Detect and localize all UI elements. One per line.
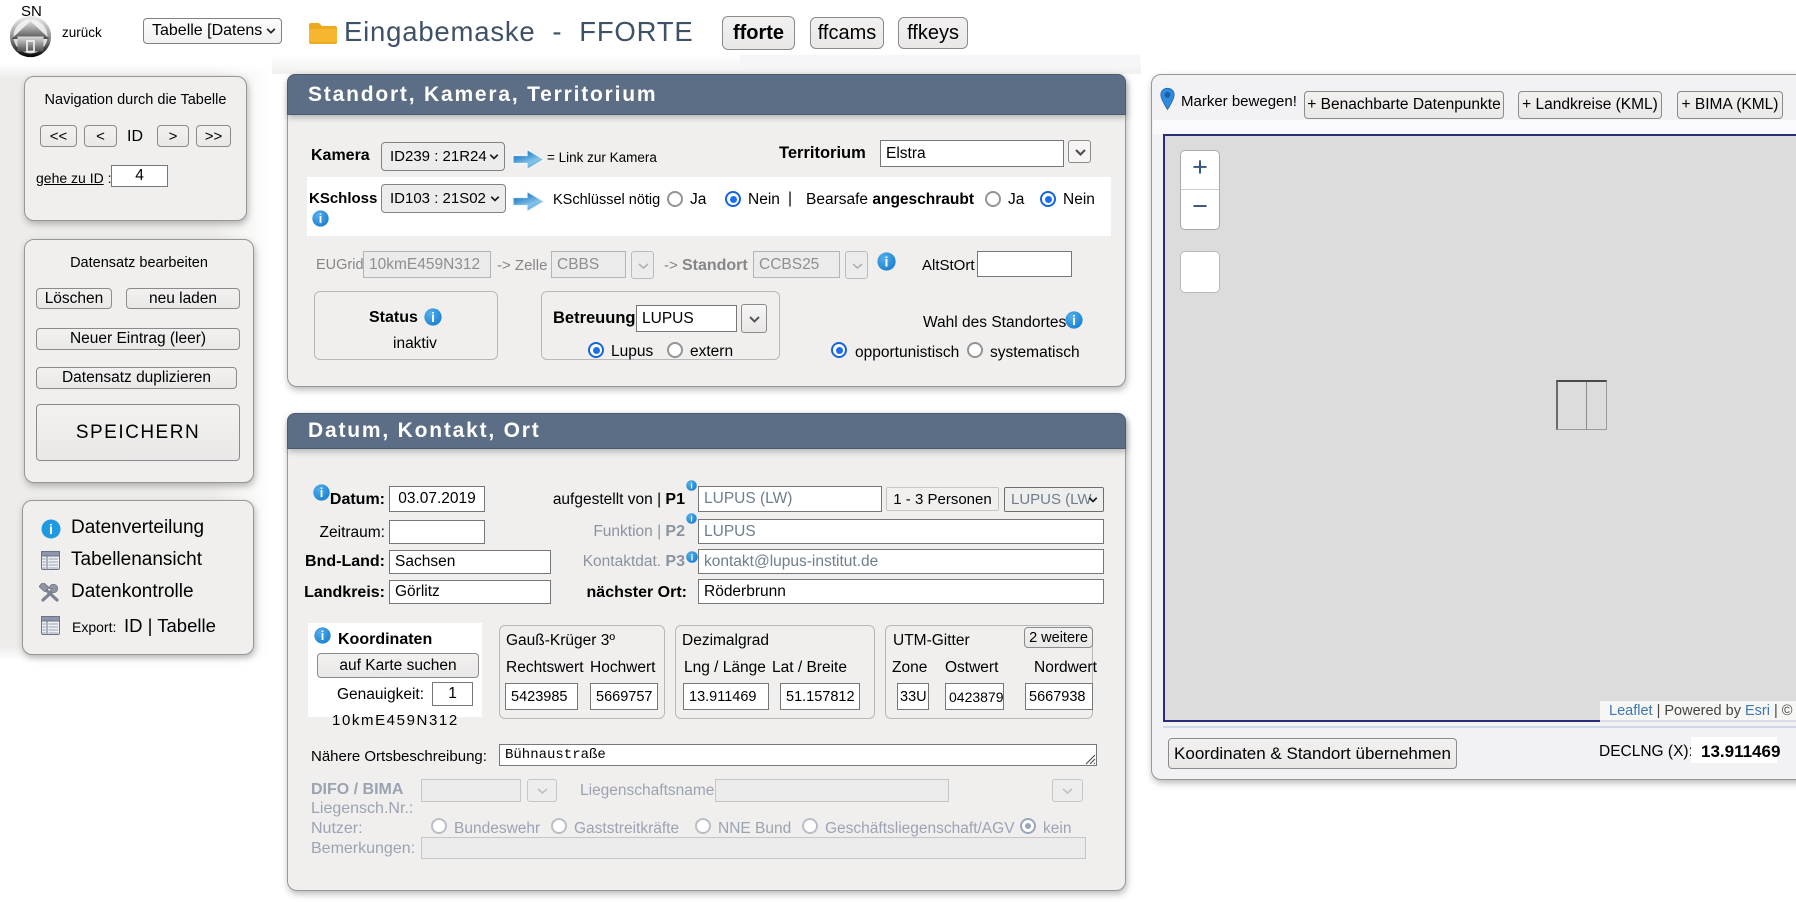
- svg-text:i: i: [49, 521, 53, 537]
